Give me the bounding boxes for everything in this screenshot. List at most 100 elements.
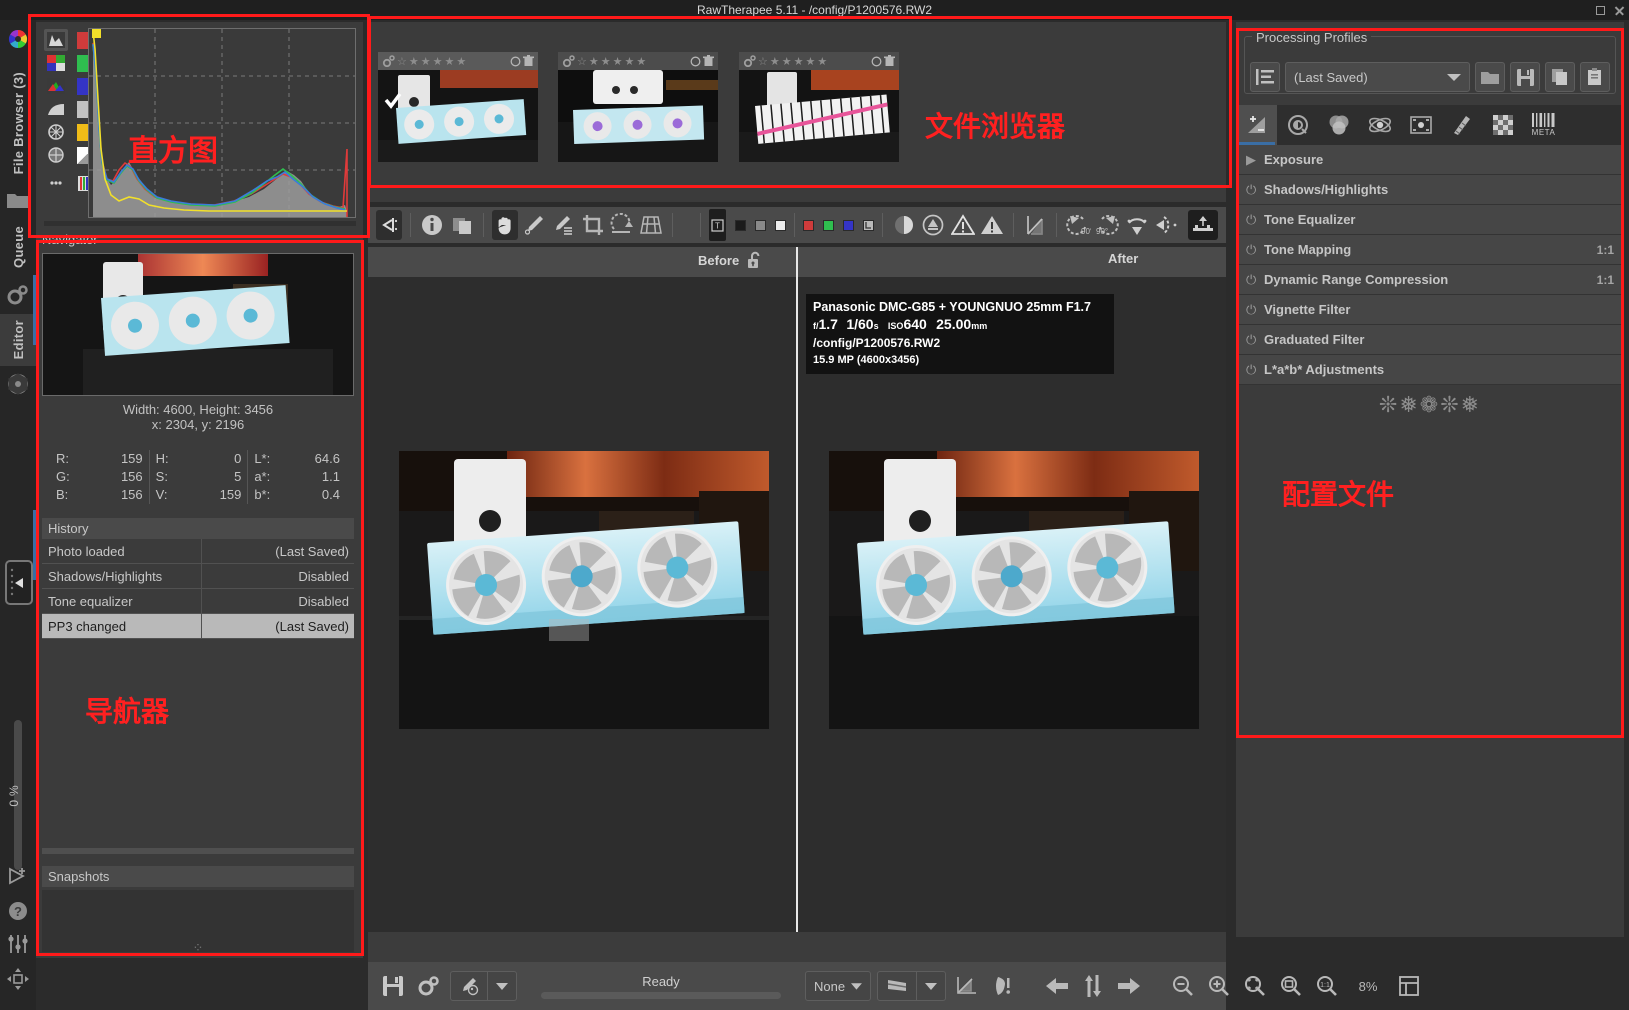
tool-exposure[interactable]: ▶ Exposure [1236,145,1624,175]
shadow-clip-icon[interactable] [949,210,975,240]
curve-icon[interactable] [1022,210,1048,240]
raw-tab-icon[interactable] [1441,105,1482,145]
color-tab-icon[interactable] [1318,105,1359,145]
folder-icon[interactable] [6,190,30,210]
power-icon[interactable]: ⏻ [1246,272,1264,288]
after-preview-pane[interactable] [798,277,1226,932]
indicate-clipping-icon[interactable] [920,210,946,240]
list-item[interactable]: ☆ ★ ★ ★ ★ ★ [739,52,899,162]
thumbnail-image[interactable] [739,70,899,162]
soft-proof-dropdown-arrow[interactable] [917,971,946,1001]
move-icon[interactable] [7,968,29,990]
window-controls[interactable] [1596,0,1623,20]
green-channel-button[interactable] [822,219,834,231]
blue-channel-button[interactable] [842,219,854,231]
color-picker-dropdown-icon[interactable] [450,971,488,1001]
tool-shadows-highlights[interactable]: ⏻ Shadows/Highlights [1236,175,1624,205]
trash-icon[interactable] [703,55,714,67]
thumbnail-gear-icon[interactable] [382,55,395,67]
unlock-icon[interactable] [747,251,763,269]
tool-dynamic-range-compression[interactable]: ⏻ Dynamic Range Compression 1:1 [1236,265,1624,295]
aperture-icon[interactable] [6,372,30,396]
rotate-right-90-icon[interactable]: 90° [1094,210,1120,240]
thumbnail-gear-icon[interactable] [562,55,575,67]
histogram-canvas[interactable] [88,28,356,218]
metadata-tab-icon[interactable]: META [1523,105,1564,145]
minimize-button[interactable] [1596,5,1605,15]
load-profile-icon[interactable] [1475,62,1505,92]
advanced-tab-icon[interactable] [1359,105,1400,145]
history-splitter[interactable] [42,848,354,854]
trash-icon[interactable] [523,55,534,67]
exposure-tab-icon[interactable] [1236,105,1277,145]
list-item[interactable]: ☆ ★ ★ ★ ★ ★ [378,52,538,162]
tool-lab-adjustments[interactable]: ⏻ L*a*b* Adjustments [1236,355,1624,385]
transform-tab-icon[interactable] [1400,105,1441,145]
luminance-icon[interactable] [44,98,68,120]
multi-picker-icon[interactable] [550,210,576,240]
table-row[interactable]: Photo loaded (Last Saved) [42,539,354,564]
perspective-icon[interactable] [638,210,664,240]
bg-gray-swatch[interactable] [755,219,767,231]
zoom-in-icon[interactable] [1204,971,1234,1001]
zoom-100-icon[interactable]: 1:1 [1312,971,1342,1001]
save-icon[interactable] [378,971,408,1001]
power-icon[interactable]: ⏻ [1246,302,1264,318]
fullscreen-icon[interactable] [1394,971,1424,1001]
power-icon[interactable]: ⏻ [1246,182,1264,198]
next-image-icon[interactable] [1114,971,1144,1001]
help-icon[interactable]: ? [7,900,29,922]
preferences-sliders-icon[interactable] [7,933,29,955]
power-icon[interactable]: ⏻ [1246,362,1264,378]
crop-icon[interactable] [579,210,605,240]
power-icon[interactable]: ⏻ [1246,332,1264,348]
before-after-icon[interactable] [448,210,474,240]
flip-horizontal-icon[interactable] [1153,210,1179,240]
rating-stars[interactable]: ☆ ★ ★ ★ ★ ★ [397,55,508,68]
histogram-icon[interactable] [44,29,68,51]
hand-icon[interactable] [491,210,518,240]
info-icon[interactable] [419,210,445,240]
tool-vignette-filter[interactable]: ⏻ Vignette Filter [1236,295,1624,325]
before-preview-pane[interactable] [368,277,796,932]
bg-black-swatch[interactable] [735,219,747,231]
send-to-editor-icon[interactable] [1188,210,1218,240]
red-channel-button[interactable] [802,219,814,231]
thumbnail-gear-icon[interactable] [743,55,756,67]
flip-vertical-icon[interactable] [1124,210,1150,240]
rating-stars[interactable]: ☆ ★ ★ ★ ★ ★ [758,55,869,68]
trash-icon[interactable] [884,55,895,67]
previous-image-icon[interactable] [1042,971,1072,1001]
zoom-to-crop-icon[interactable] [1276,971,1306,1001]
copy-profile-icon[interactable] [1545,62,1575,92]
queue-profile-dropdown[interactable]: None [805,971,871,1001]
reject-icon[interactable] [690,56,701,67]
raw-icon[interactable] [44,75,68,97]
list-item[interactable]: ☆ ★ ★ ★ ★ ★ [558,52,718,162]
color-picker-icon[interactable] [521,210,547,240]
table-row[interactable]: PP3 changed (Last Saved) [42,614,354,639]
power-icon[interactable]: ⏻ [1246,242,1264,258]
histogram-scrollbar[interactable] [44,221,356,226]
straighten-icon[interactable] [609,210,635,240]
sidebar-item-queue[interactable]: Queue [11,220,26,274]
color-picker-dropdown-arrow[interactable] [488,971,517,1001]
paste-profile-icon[interactable] [1580,62,1610,92]
navigator-preview[interactable] [42,253,354,396]
before-image[interactable] [399,451,769,729]
gear-icon[interactable] [6,284,30,306]
after-image[interactable] [829,451,1199,729]
expand-arrow-icon[interactable]: ▶ [1246,152,1264,168]
bw-icon[interactable] [44,144,68,166]
chroma-icon[interactable] [44,121,68,143]
profile-select[interactable]: (Last Saved) [1285,62,1470,92]
detail-tab-icon[interactable] [1277,105,1318,145]
power-icon[interactable]: ⏻ [1246,212,1264,228]
reject-icon[interactable] [510,56,521,67]
sidebar-item-file-browser[interactable]: File Browser (3) [11,66,26,180]
sidebar-item-editor[interactable]: Editor [0,314,36,366]
gamut-warning-icon[interactable] [988,971,1018,1001]
thumbnail-image[interactable] [378,70,538,162]
histogram-curve-icon[interactable] [952,971,982,1001]
panel-toggle-icon[interactable] [376,210,403,240]
